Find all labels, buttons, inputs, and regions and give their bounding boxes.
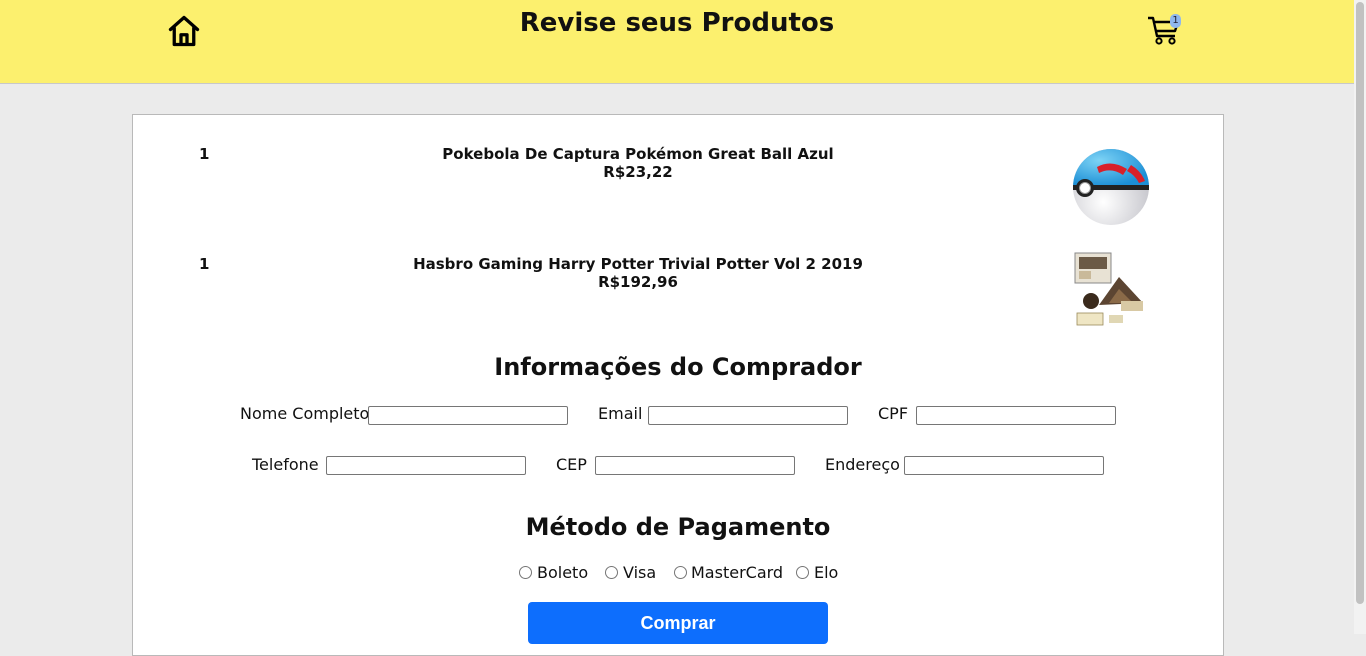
scrollbar-thumb[interactable]: [1356, 2, 1364, 604]
email-input[interactable]: [648, 406, 848, 425]
payment-option-label: Boleto: [537, 563, 589, 582]
payment-option-label: Elo: [814, 563, 839, 582]
top-header: Revise seus Produtos 1: [0, 0, 1354, 84]
payment-method-title: Método de Pagamento: [525, 513, 831, 541]
buyer-info-title: Informações do Comprador: [494, 353, 862, 381]
payment-radio-mastercard[interactable]: [674, 566, 687, 579]
item-name: Hasbro Gaming Harry Potter Trivial Potte…: [413, 255, 863, 273]
phone-label: Telefone: [252, 455, 319, 474]
item-quantity: 1: [199, 255, 210, 273]
item-name: Pokebola De Captura Pokémon Great Ball A…: [442, 145, 834, 163]
item-info: Pokebola De Captura Pokémon Great Ball A…: [413, 145, 863, 181]
full-name-input[interactable]: [368, 406, 568, 425]
payment-radio-elo[interactable]: [796, 566, 809, 579]
cart-count-badge: 1: [1170, 14, 1181, 28]
item-info: Hasbro Gaming Harry Potter Trivial Potte…: [413, 255, 863, 291]
cpf-input[interactable]: [916, 406, 1116, 425]
cart-item: 1 Hasbro Gaming Harry Potter Trivial Pot…: [133, 235, 1223, 331]
great-ball-image: [1073, 149, 1149, 225]
cpf-label: CPF: [878, 404, 909, 423]
item-quantity: 1: [199, 145, 210, 163]
phone-input[interactable]: [326, 456, 526, 475]
page-scrollbar[interactable]: [1354, 0, 1366, 634]
trivial-potter-game-image: [1069, 247, 1153, 331]
address-input[interactable]: [904, 456, 1104, 475]
name-label: Nome Completo: [240, 404, 370, 423]
item-price: R$23,22: [603, 163, 673, 181]
item-price: R$192,96: [598, 273, 678, 291]
cep-input[interactable]: [595, 456, 795, 475]
address-label: Endereço: [825, 455, 900, 474]
payment-radio-boleto[interactable]: [519, 566, 532, 579]
buy-button[interactable]: Comprar: [528, 602, 828, 644]
payment-radio-visa[interactable]: [605, 566, 618, 579]
payment-option-label: Visa: [623, 563, 657, 582]
review-panel: 1 Pokebola De Captura Pokémon Great Ball…: [132, 114, 1224, 656]
cep-label: CEP: [556, 455, 587, 474]
payment-option-label: MasterCard: [691, 563, 784, 582]
cart-item: 1 Pokebola De Captura Pokémon Great Ball…: [133, 125, 1223, 225]
cart-button[interactable]: 1: [1146, 14, 1182, 46]
email-label: Email: [598, 404, 643, 423]
